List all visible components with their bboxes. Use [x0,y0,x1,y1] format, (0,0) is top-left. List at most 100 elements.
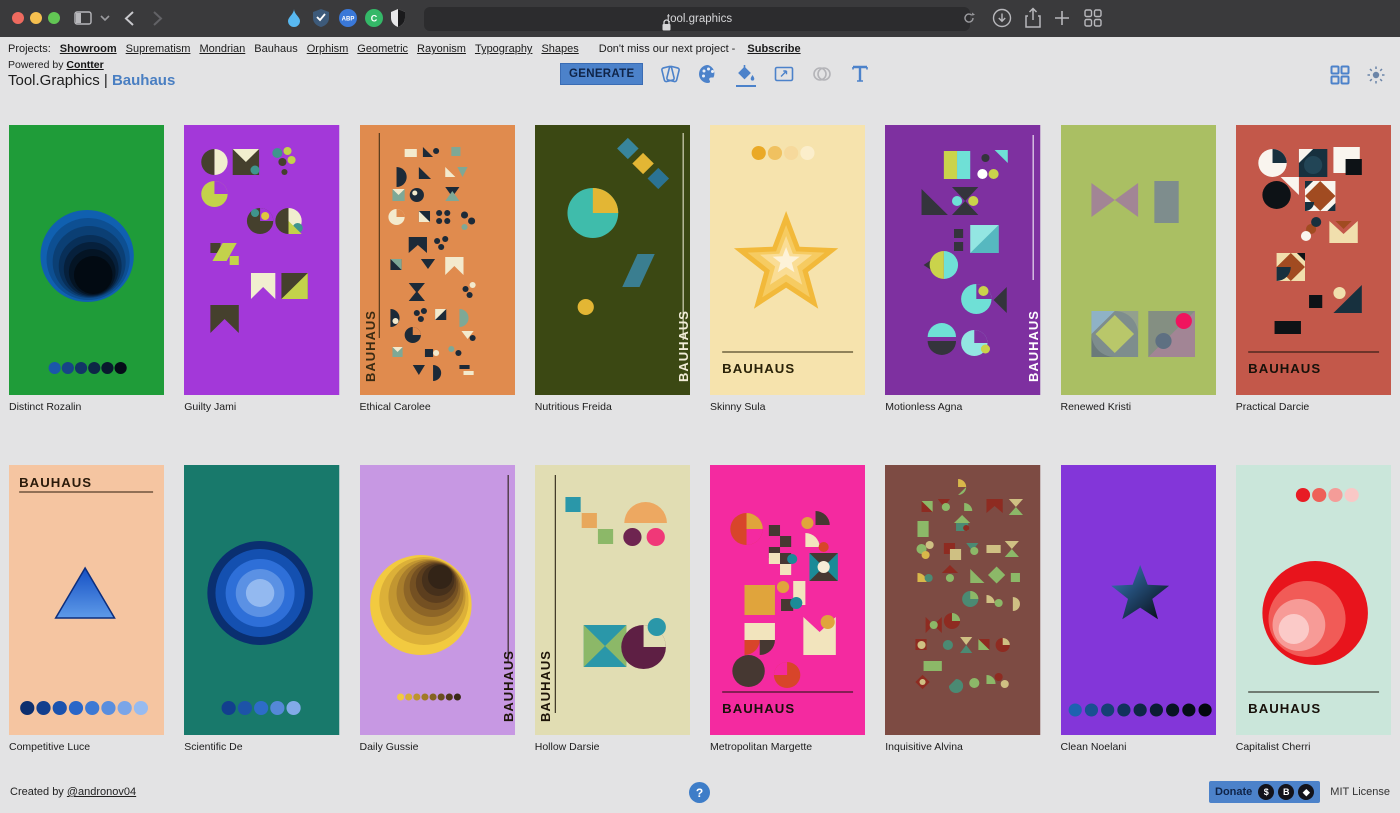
ethereum-icon: ◆ [1298,784,1314,800]
palette-icon[interactable] [697,61,719,87]
sidebar-icon[interactable] [74,11,92,25]
subscribe-link[interactable]: Subscribe [747,43,800,55]
poster-card[interactable]: BAUHAUS Nutritious Freida [535,125,690,413]
nav-item-mondrian[interactable]: Mondrian [199,43,245,55]
extension-drop-icon[interactable] [286,8,302,28]
extension-abp-icon[interactable]: ABP [338,8,358,28]
poster-art [9,125,164,395]
svg-text:ABP: ABP [342,17,355,23]
poster-name: Nutritious Freida [535,401,690,413]
poster-grid: Distinct Rozalin Guilty Jami BAUHAUSEthica… [0,103,1400,753]
svg-text:C: C [371,14,378,24]
poster-card[interactable]: Clean Noelani [1061,465,1216,753]
poster-label: BAUHAUS [722,701,795,716]
created-prefix: Created by [10,786,64,798]
fill-color-icon[interactable] [735,61,757,87]
poster-art [1061,465,1216,735]
poster-name: Competitive Luce [9,741,164,753]
poster-name: Guilty Jami [184,401,339,413]
download-icon[interactable] [992,8,1012,28]
poster-card[interactable]: BAUHAUSMetropolitan Margette [710,465,865,753]
extension-clearurls-icon[interactable]: C [364,8,384,28]
forward-icon[interactable] [152,10,163,27]
help-button[interactable]: ? [689,782,710,803]
poster-card[interactable]: Guilty Jami [184,125,339,413]
browser-chrome: ABP C tool.graphics [0,0,1400,37]
theme-sun-icon[interactable] [1366,65,1386,85]
poster-label: BAUHAUS [1248,701,1321,716]
shapes-shuffle-icon[interactable] [659,61,681,87]
back-icon[interactable] [124,10,135,27]
poster-art: BAUHAUS [1236,125,1391,395]
generate-button[interactable]: GENERATE [560,63,643,85]
contter-link[interactable]: Contter [66,59,103,71]
layout-grid-icon[interactable] [1330,65,1350,85]
nav-item-showroom[interactable]: Showroom [60,43,117,55]
poster-art: BAUHAUS [360,465,515,735]
nav-item-typography[interactable]: Typography [475,43,532,55]
poster-label: BAUHAUS [363,310,378,382]
poster-art: BAUHAUS [535,125,690,395]
poster-card[interactable]: BAUHAUSHollow Darsie [535,465,690,753]
poster-card[interactable]: BAUHAUSPractical Darcie [1236,125,1391,413]
poster-card[interactable]: Renewed Kristi [1061,125,1216,413]
extension-shield-check-icon[interactable] [312,8,330,28]
chevron-down-icon[interactable] [100,15,110,22]
powered-prefix: Powered by [8,59,63,71]
nav-item-orphism[interactable]: Orphism [307,43,349,55]
poster-art: BAUHAUS [710,465,865,735]
poster-card[interactable]: Distinct Rozalin [9,125,164,413]
nav-item-rayonism[interactable]: Rayonism [417,43,466,55]
poster-card[interactable]: BAUHAUSCapitalist Cherri [1236,465,1391,753]
tab-overview-icon[interactable] [1084,9,1102,27]
donate-label: Donate [1215,786,1252,798]
text-tool-icon[interactable] [849,61,871,87]
projects-label: Projects: [8,43,51,55]
poster-label: BAUHAUS [1248,361,1321,376]
page-header: Powered by Contter Tool.Graphics | Bauha… [0,57,1400,103]
donate-button[interactable]: Donate $ B ◆ [1209,781,1320,803]
share-icon[interactable] [1024,7,1042,29]
nav-item-shapes[interactable]: Shapes [541,43,578,55]
nav-item-geometric[interactable]: Geometric [357,43,408,55]
poster-card[interactable]: BAUHAUSSkinny Sula [710,125,865,413]
nav-item-bauhaus[interactable]: Bauhaus [254,43,297,55]
poster-card[interactable]: BAUHAUSDaily Gussie [360,465,515,753]
poster-art: BAUHAUS [710,125,865,395]
fullscreen-button[interactable] [48,12,60,24]
active-tool-indicator [736,85,756,87]
poster-name: Distinct Rozalin [9,401,164,413]
project-subtitle: Bauhaus [112,72,175,89]
title-separator: | [104,72,108,89]
poster-name: Motionless Agna [885,401,1040,413]
frame-size-icon[interactable] [773,61,795,87]
poster-label: BAUHAUS [501,650,515,722]
poster-label: BAUHAUS [722,361,795,376]
poster-label: BAUHAUS [19,475,92,490]
author-link[interactable]: @andronov04 [67,786,136,798]
poster-label: BAUHAUS [538,650,553,722]
header-right-controls [1330,65,1386,85]
minimize-button[interactable] [30,12,42,24]
extension-privacy-shield-icon[interactable] [390,8,406,28]
url-text: tool.graphics [667,13,732,25]
close-button[interactable] [12,12,24,24]
poster-card[interactable]: BAUHAUS Motionless Agna [885,125,1040,413]
poster-art: BAUHAUS [9,465,164,735]
poster-art: BAUHAUS [885,125,1040,395]
poster-card[interactable]: Scientific De [184,465,339,753]
license-text: MIT License [1330,786,1390,798]
new-tab-icon[interactable] [1054,10,1070,26]
coins-icon [811,61,833,87]
address-bar[interactable]: tool.graphics [424,7,970,31]
poster-card[interactable]: BAUHAUSEthical Carolee [360,125,515,413]
poster-art [1061,125,1216,395]
poster-card[interactable]: Inquisitive Alvina [885,465,1040,753]
bitcoin-icon: B [1278,784,1294,800]
page-footer: Created by @andronov04 ? Donate $ B ◆ MI… [0,781,1400,805]
toolbar: GENERATE [560,61,871,87]
poster-label: BAUHAUS [676,310,690,382]
poster-card[interactable]: BAUHAUS Competitive Luce [9,465,164,753]
nav-item-suprematism[interactable]: Suprematism [126,43,191,55]
projects-nav: Projects: Showroom Suprematism Mondrian Bauh… [0,37,1400,57]
